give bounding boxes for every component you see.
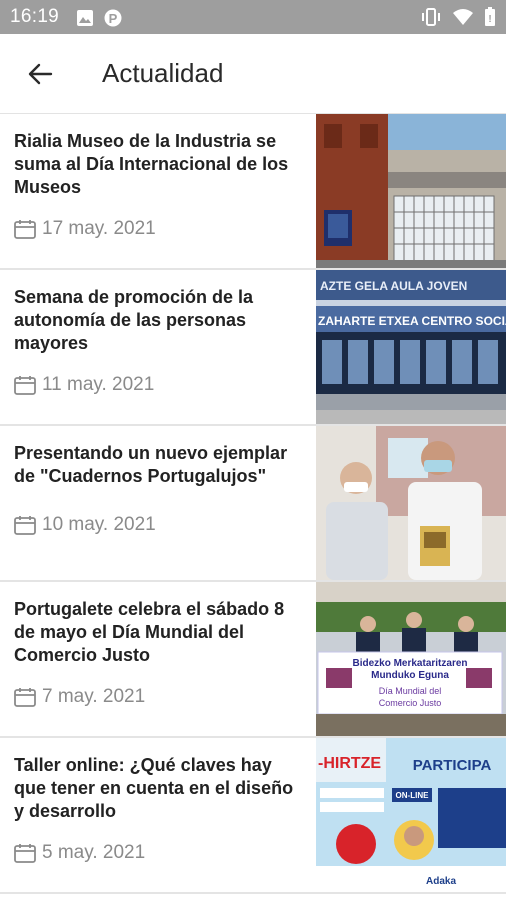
arrow-left-icon — [28, 63, 53, 85]
news-date-text: 11 may. 2021 — [42, 374, 155, 395]
image-icon — [76, 9, 94, 32]
banner-text-1: Bidezko Merkataritzaren — [352, 658, 467, 669]
sign-text-1: AZTE GELA AULA JOVEN — [320, 279, 467, 293]
poster-text-1: -HIRTZE — [318, 755, 381, 772]
news-item[interactable]: Portugalete celebra el sábado 8 de mayo … — [0, 582, 506, 738]
news-text: Semana de promoción de la autonomía de l… — [14, 286, 304, 355]
status-time: 16:19 — [10, 6, 60, 27]
news-thumbnail-social-center: AZTE GELA AULA JOVEN ZAHARTE ETXEA CENTR… — [316, 270, 506, 424]
sign-text-2: ZAHARTE ETXEA CENTRO SOCIAL SA — [318, 314, 506, 328]
news-date-text: 17 may. 2021 — [42, 218, 156, 239]
wifi-icon — [452, 8, 474, 31]
news-list: Rialia Museo de la Industria se suma al … — [0, 114, 506, 894]
back-button[interactable] — [20, 54, 60, 94]
news-item[interactable]: Presentando un nuevo ejemplar de "Cuader… — [0, 426, 506, 582]
poster-brand: Adaka — [426, 876, 456, 887]
banner-text-2: Munduko Eguna — [371, 670, 449, 681]
app-bar: Actualidad — [0, 34, 506, 114]
news-text: Portugalete celebra el sábado 8 de mayo … — [14, 598, 304, 667]
svg-text:P: P — [109, 11, 118, 26]
news-date: 7 may. 2021 — [14, 686, 145, 708]
news-text: Presentando un nuevo ejemplar de "Cuader… — [14, 442, 304, 488]
news-item[interactable]: Rialia Museo de la Industria se suma al … — [0, 114, 506, 270]
poster-badge: ON-LINE — [396, 791, 430, 800]
poster-text-2: PARTICIPA — [413, 757, 492, 774]
news-text: Taller online: ¿Qué claves hay que tener… — [14, 754, 304, 823]
news-date-text: 7 may. 2021 — [42, 686, 146, 707]
news-thumbnail-museum — [316, 114, 506, 268]
status-bar: 16:19 P ! — [0, 0, 506, 34]
calendar-icon — [14, 376, 36, 395]
news-thumbnail-fair-trade: Bidezko Merkataritzaren Munduko Eguna Dí… — [316, 582, 506, 736]
banner-text-3: Día Mundial del — [379, 686, 442, 696]
parking-p-icon: P — [104, 8, 122, 33]
news-item[interactable]: Semana de promoción de la autonomía de l… — [0, 270, 506, 426]
banner-text-4: Comercio Justo — [379, 698, 442, 708]
news-thumbnail-presentation — [316, 426, 506, 580]
news-date: 11 may. 2021 — [14, 374, 154, 396]
svg-text:!: ! — [488, 14, 491, 25]
page-title: Actualidad — [102, 58, 224, 88]
status-left-icons: P — [76, 8, 122, 33]
news-date-text: 10 may. 2021 — [42, 514, 156, 535]
news-thumbnail-online-workshop: -HIRTZE PARTICIPA ON-LINE Adaka — [316, 738, 506, 892]
news-title: Portugalete celebra el sábado 8 de mayo … — [14, 599, 285, 665]
calendar-icon — [14, 844, 36, 863]
news-date: 10 may. 2021 — [14, 514, 156, 536]
news-title: Presentando un nuevo ejemplar de "Cuader… — [14, 443, 288, 486]
vibrate-icon — [420, 7, 442, 32]
news-text: Rialia Museo de la Industria se suma al … — [14, 130, 304, 199]
battery-icon: ! — [484, 7, 496, 32]
news-title: Semana de promoción de la autonomía de l… — [14, 287, 254, 353]
calendar-icon — [14, 688, 36, 707]
news-date-text: 5 may. 2021 — [42, 842, 146, 863]
calendar-icon — [14, 516, 36, 535]
news-title: Taller online: ¿Qué claves hay que tener… — [14, 755, 294, 821]
news-date: 17 may. 2021 — [14, 218, 156, 240]
news-item[interactable]: Taller online: ¿Qué claves hay que tener… — [0, 738, 506, 894]
news-date: 5 may. 2021 — [14, 842, 145, 864]
status-right-icons: ! — [420, 7, 496, 32]
news-title: Rialia Museo de la Industria se suma al … — [14, 131, 289, 197]
calendar-icon — [14, 220, 36, 239]
